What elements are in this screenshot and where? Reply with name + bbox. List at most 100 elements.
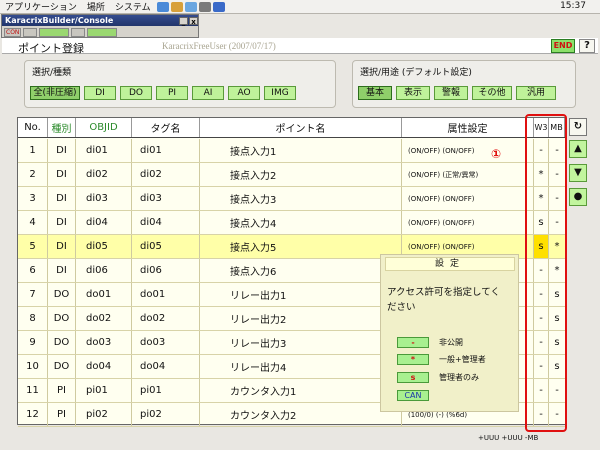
cell-point[interactable]: 接点入力3 <box>200 187 402 210</box>
cell-no: 6 <box>18 259 48 282</box>
tool-button-2[interactable] <box>39 27 70 37</box>
option-private-button[interactable]: - <box>397 337 429 348</box>
col-attr[interactable]: 属性設定 <box>402 118 534 137</box>
cell-point[interactable]: リレー出力3 <box>200 331 402 354</box>
col-tag[interactable]: タグ名 <box>132 118 200 137</box>
cell-objid: pi01 <box>76 379 132 402</box>
cell-point[interactable]: 接点入力6 <box>200 259 402 282</box>
use-button-alarm[interactable]: 警報 <box>434 86 468 100</box>
cell-attr[interactable]: (ON/OFF) (ON/OFF) <box>402 187 534 210</box>
cell-point[interactable]: リレー出力4 <box>200 355 402 378</box>
menu-places[interactable]: 場所 <box>82 0 110 13</box>
cell-point[interactable]: 接点入力4 <box>200 211 402 234</box>
option-admin[interactable]: s 管理者のみ <box>397 372 479 383</box>
cell-tag: di02 <box>132 163 200 186</box>
menu-system[interactable]: システム <box>110 0 156 13</box>
col-kind[interactable]: 種別 <box>48 118 76 137</box>
cell-kind: DO <box>48 283 76 306</box>
cell-no: 2 <box>18 163 48 186</box>
footer-status: +UUU +UUU -MB <box>478 434 539 442</box>
cell-objid: do01 <box>76 283 132 306</box>
table-header: No. 種別 OBJID タグ名 ポイント名 属性設定 W3 MB <box>18 118 565 138</box>
cancel-button[interactable]: CAN <box>397 390 429 401</box>
cell-objid: di01 <box>76 139 132 162</box>
type-selection-panel: 選択/種類 全(非圧縮) DI DO PI AI AO IMG <box>24 60 336 108</box>
cell-no: 11 <box>18 379 48 402</box>
cell-point[interactable]: 接点入力2 <box>200 163 402 186</box>
type-button-ai[interactable]: AI <box>192 86 224 100</box>
col-objid[interactable]: OBJID <box>76 118 132 137</box>
cell-tag: do01 <box>132 283 200 306</box>
cell-tag: di06 <box>132 259 200 282</box>
clock: 15:37 <box>560 1 586 11</box>
scroll-up-icon[interactable]: ▲ <box>569 140 587 158</box>
type-button-do[interactable]: DO <box>120 86 152 100</box>
cell-tag: pi02 <box>132 403 200 426</box>
end-button[interactable]: END <box>551 39 575 53</box>
cell-tag: do04 <box>132 355 200 378</box>
option-general-button[interactable]: * <box>397 354 429 365</box>
use-button-basic[interactable]: 基本 <box>358 86 392 100</box>
table-row[interactable]: 3 DI di03 di03 接点入力3 (ON/OFF) (ON/OFF) * - <box>18 187 565 211</box>
option-cancel[interactable]: CAN <box>397 390 429 401</box>
cell-objid: do04 <box>76 355 132 378</box>
cell-attr[interactable]: (ON/OFF) (正常/異常) <box>402 163 534 186</box>
tool-button-4[interactable] <box>87 27 118 37</box>
table-row[interactable]: 4 DI di04 di04 接点入力4 (ON/OFF) (ON/OFF) s - <box>18 211 565 235</box>
minimize-button[interactable]: _ <box>179 16 188 26</box>
browser-icon[interactable] <box>156 1 169 12</box>
help-button[interactable]: ? <box>579 39 595 53</box>
user-info: KaracrixFreeUser (2007/07/17) <box>162 41 276 51</box>
option-general[interactable]: * 一般+管理者 <box>397 354 486 365</box>
type-button-img[interactable]: IMG <box>264 86 296 100</box>
cell-attr[interactable]: (ON/OFF) (ON/OFF) <box>402 139 534 162</box>
use-buttons: 基本 表示 警報 その他 汎用 <box>358 86 556 100</box>
type-button-di[interactable]: DI <box>84 86 116 100</box>
table-row[interactable]: 1 DI di01 di01 接点入力1 (ON/OFF) (ON/OFF) - - <box>18 139 565 163</box>
cell-kind: DI <box>48 187 76 210</box>
cell-no: 5 <box>18 235 48 258</box>
tool-button-1[interactable] <box>23 27 38 37</box>
cell-objid: di03 <box>76 187 132 210</box>
cell-point[interactable]: カウンタ入力2 <box>200 403 402 426</box>
cell-point[interactable]: 接点入力5 <box>200 235 402 258</box>
type-button-pi[interactable]: PI <box>156 86 188 100</box>
console-title: KaracrixBuilder/Console <box>5 16 114 25</box>
col-no[interactable]: No. <box>18 118 48 137</box>
cell-attr[interactable]: (ON/OFF) (ON/OFF) <box>402 211 534 234</box>
cell-point[interactable]: リレー出力1 <box>200 283 402 306</box>
use-panel-label: 選択/用途 (デフォルト設定) <box>360 68 472 78</box>
option-private[interactable]: - 非公開 <box>397 337 463 348</box>
option-admin-button[interactable]: s <box>397 372 429 383</box>
menu-applications[interactable]: アプリケーション <box>0 0 82 13</box>
cell-kind: DO <box>48 307 76 330</box>
use-button-general[interactable]: 汎用 <box>516 86 556 100</box>
select-dot-icon[interactable]: ● <box>569 188 587 206</box>
table-row[interactable]: 2 DI di02 di02 接点入力2 (ON/OFF) (正常/異常) * - <box>18 163 565 187</box>
desktop-top-bar: アプリケーション 場所 システム 15:37 <box>0 0 600 14</box>
close-button[interactable]: x <box>189 16 198 26</box>
network-icon[interactable] <box>184 1 197 12</box>
scroll-down-icon[interactable]: ▼ <box>569 164 587 182</box>
type-button-ao[interactable]: AO <box>228 86 260 100</box>
use-button-display[interactable]: 表示 <box>396 86 430 100</box>
settings-popup: 設定 アクセス許可を指定してください - 非公開 * 一般+管理者 s 管理者の… <box>380 254 519 412</box>
cell-point[interactable]: カウンタ入力1 <box>200 379 402 402</box>
cell-kind: DI <box>48 211 76 234</box>
mail-icon[interactable] <box>170 1 183 12</box>
tool-button-3[interactable] <box>71 27 86 37</box>
help-icon[interactable] <box>212 1 225 12</box>
type-button-all[interactable]: 全(非圧縮) <box>30 86 80 100</box>
con-button[interactable]: CON <box>4 27 22 37</box>
cell-objid: di02 <box>76 163 132 186</box>
cell-point[interactable]: 接点入力1 <box>200 139 402 162</box>
annotation-marker: ① <box>491 147 502 161</box>
editor-icon[interactable] <box>198 1 211 12</box>
cell-kind: PI <box>48 379 76 402</box>
type-panel-label: 選択/種類 <box>32 68 72 78</box>
option-private-label: 非公開 <box>439 338 463 347</box>
cell-point[interactable]: リレー出力2 <box>200 307 402 330</box>
use-button-other[interactable]: その他 <box>472 86 512 100</box>
refresh-icon[interactable]: ↻ <box>569 118 587 136</box>
col-point[interactable]: ポイント名 <box>200 118 402 137</box>
